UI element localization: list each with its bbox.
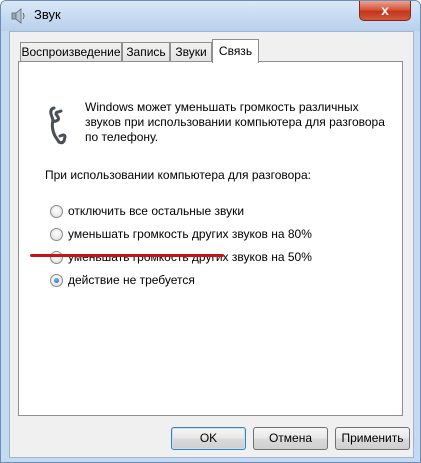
option-label: уменьшать громкость других звуков на 80% xyxy=(68,227,312,241)
tab-playback[interactable]: Воспроизведение xyxy=(20,42,122,62)
speaker-icon xyxy=(11,8,25,24)
dialog-body: Воспроизведение Запись Звуки Связь Windo… xyxy=(9,31,414,458)
ok-button[interactable]: OK xyxy=(171,427,246,450)
sound-dialog: Звук x Воспроизведение Запись Звуки Связ… xyxy=(0,0,421,463)
radio-button[interactable] xyxy=(50,205,63,218)
apply-button[interactable]: Применить xyxy=(335,427,410,450)
options-heading: При использовании компьютера для разгово… xyxy=(45,168,311,182)
option-label: уменьшать громкость других звуков на 50% xyxy=(68,250,312,264)
radio-button-selected[interactable] xyxy=(50,274,63,287)
cancel-button[interactable]: Отмена xyxy=(253,427,328,450)
option-reduce-50[interactable]: уменьшать громкость других звуков на 50% xyxy=(50,250,330,266)
window-title: Звук xyxy=(34,7,61,22)
telephone-handset-icon xyxy=(49,106,67,145)
option-label: отключить все остальные звуки xyxy=(68,204,245,218)
communications-panel: Windows может уменьшать громкость различ… xyxy=(18,61,403,416)
tab-communications[interactable]: Связь xyxy=(212,39,259,63)
radio-button[interactable] xyxy=(50,228,63,241)
title-bar[interactable]: Звук x xyxy=(1,1,420,31)
tab-recording[interactable]: Запись xyxy=(122,42,170,62)
option-reduce-80[interactable]: уменьшать громкость других звуков на 80% xyxy=(50,227,330,243)
option-mute-all[interactable]: отключить все остальные звуки xyxy=(50,204,270,220)
radio-button[interactable] xyxy=(50,251,63,264)
tab-sounds[interactable]: Звуки xyxy=(170,42,212,62)
option-label: действие не требуется xyxy=(68,273,195,287)
option-do-nothing[interactable]: действие не требуется xyxy=(50,273,230,289)
red-annotation-underline xyxy=(30,254,224,257)
description-text: Windows может уменьшать громкость различ… xyxy=(85,100,385,144)
close-button[interactable]: x xyxy=(359,1,411,21)
